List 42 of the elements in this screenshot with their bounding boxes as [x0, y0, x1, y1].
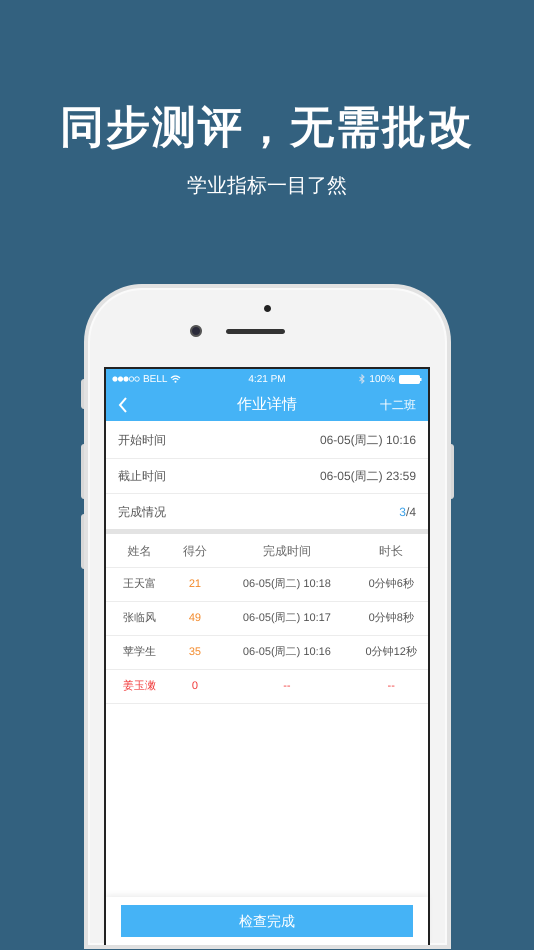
- signal-icon: [112, 376, 140, 382]
- time-text: 4:21 PM: [247, 372, 287, 386]
- info-value: 06-05(周二) 23:59: [320, 468, 416, 485]
- table-cell-text: 苹学生: [122, 645, 157, 660]
- table-cell-text: 0分钟8秒: [368, 611, 415, 626]
- table-cell-text: 0分钟12秒: [364, 645, 418, 660]
- bluetooth-icon: [359, 374, 366, 384]
- table-cell-text: 49: [188, 611, 202, 626]
- phone-camera: [190, 325, 202, 337]
- battery-icon: [399, 374, 422, 384]
- check-done-button[interactable]: 检查完成: [121, 905, 413, 937]
- info-label: 开始时间: [118, 432, 166, 448]
- table-cell-text: 0: [190, 679, 199, 694]
- wifi-icon: [170, 375, 182, 383]
- phone-sensor: [264, 305, 270, 312]
- table-cell-text: 06-05(周二) 10:18: [242, 577, 332, 592]
- column-header: 时长: [378, 542, 404, 560]
- table-cell-text: --: [386, 679, 396, 694]
- table-cell-text: 06-05(周二) 10:17: [242, 611, 332, 626]
- info-value: 06-05(周二) 10:16: [320, 432, 416, 448]
- table-cell-text: 0分钟6秒: [368, 577, 415, 592]
- headline: 同步测评，无需批改: [60, 102, 474, 154]
- class-button[interactable]: 十二班: [366, 396, 416, 414]
- table-cell-text: 姜玉潄: [122, 678, 157, 694]
- table-cell-text: 王天富: [122, 576, 157, 592]
- battery-text: 100%: [369, 372, 395, 386]
- subheadline: 学业指标一目了然: [187, 174, 347, 199]
- info-label: 截止时间: [118, 468, 166, 485]
- completion-count: 3/4: [399, 504, 416, 520]
- info-label: 完成情况: [118, 504, 166, 520]
- phone-speaker: [226, 328, 284, 334]
- table-cell-text: 35: [188, 645, 202, 660]
- carrier-text: BELL: [143, 372, 168, 386]
- table-cell-text: 06-05(周二) 10:16: [242, 645, 332, 660]
- back-icon: [118, 397, 128, 413]
- page-title: 作业详情: [236, 394, 298, 415]
- table-cell-text: 张临风: [122, 611, 157, 626]
- column-header: 姓名: [126, 542, 152, 560]
- column-header: 得分: [182, 542, 208, 560]
- table-cell-text: --: [282, 679, 292, 694]
- table-cell-text: 21: [188, 577, 202, 592]
- column-header: 完成时间: [262, 542, 312, 560]
